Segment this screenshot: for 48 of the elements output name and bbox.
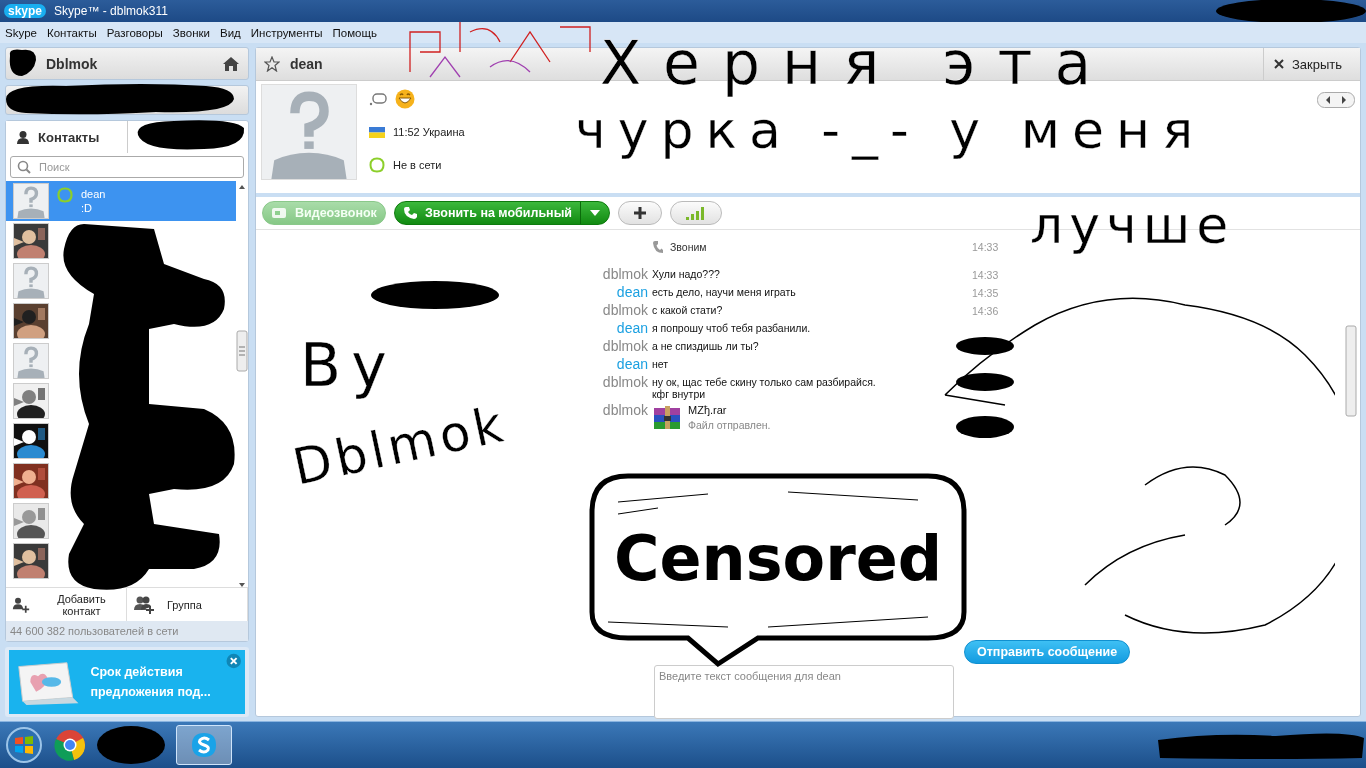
message-text: я попрошу чтоб тебя разбанили.	[652, 321, 812, 334]
menu-item[interactable]: Помощь	[332, 26, 377, 39]
search-field[interactable]: Поиск	[10, 156, 244, 178]
sender-name: dblmok	[602, 374, 648, 390]
contact-name: dean	[81, 188, 106, 200]
menu-item[interactable]: Skype	[5, 26, 37, 39]
message-text: есть дело, научи меня играть	[652, 285, 797, 298]
contact-status: Не в сети	[393, 159, 442, 171]
menu-item[interactable]: Вид	[220, 26, 241, 39]
skype-logo: skype	[4, 4, 47, 18]
message-time: 14:35	[972, 287, 999, 299]
close-button[interactable]: Закрыть	[1262, 48, 1352, 80]
account-name: Dblmok	[46, 55, 99, 72]
menu-item[interactable]: Инструменты	[250, 26, 323, 39]
message-text: нет	[652, 357, 670, 370]
contact-name: dean	[290, 56, 324, 72]
message-text: а не спиздишь ли ты?	[652, 339, 760, 352]
message-text: с какой стати?	[652, 303, 724, 316]
handwritten-text: лучше	[1030, 195, 1235, 255]
sender-name: dean	[616, 284, 648, 300]
online-count: 44 600 382 пользователей в сети	[6, 621, 248, 641]
sender-name: dblmok	[602, 266, 648, 282]
menu-item[interactable]: Разговоры	[106, 26, 163, 39]
message-text: ну ок, щас тебе скину только сам разбирайся. кфг внутри	[652, 375, 877, 400]
handwritten-text: Херня эта	[600, 28, 1114, 98]
sender-name: dblmok	[602, 302, 648, 318]
menu-item[interactable]: Звонки	[172, 26, 210, 39]
message-time: 14:33	[972, 269, 999, 281]
message-text: Хули надо???	[652, 267, 721, 280]
promo-text: Срок действия предложения под...	[90, 664, 212, 701]
local-time: 11:52 Украина	[393, 126, 465, 138]
message-time: 14:33	[972, 241, 999, 253]
handwritten-text: By	[300, 330, 397, 400]
file-status: Файл отправлен.	[688, 419, 771, 431]
contact-mood: :D	[81, 202, 93, 214]
message-input[interactable]: Введите текст сообщения для dean	[654, 665, 954, 719]
message-time: 14:36	[972, 305, 999, 317]
contacts-tab[interactable]: Контакты	[6, 121, 128, 153]
sender-name: dblmok	[602, 338, 648, 354]
sender-name: dblmok	[602, 402, 648, 418]
call-event-text: Звоним	[670, 241, 707, 253]
handwritten-text: чурка -_- у меня	[575, 100, 1206, 160]
menu-item[interactable]: Контакты	[46, 26, 97, 39]
sender-name: dean	[616, 320, 648, 336]
sender-name: dean	[616, 356, 648, 372]
censored-label: Censored	[614, 522, 943, 595]
file-name[interactable]: MZђ.rar	[688, 404, 771, 416]
window-title: Skype™ - dblmok311	[54, 4, 168, 18]
